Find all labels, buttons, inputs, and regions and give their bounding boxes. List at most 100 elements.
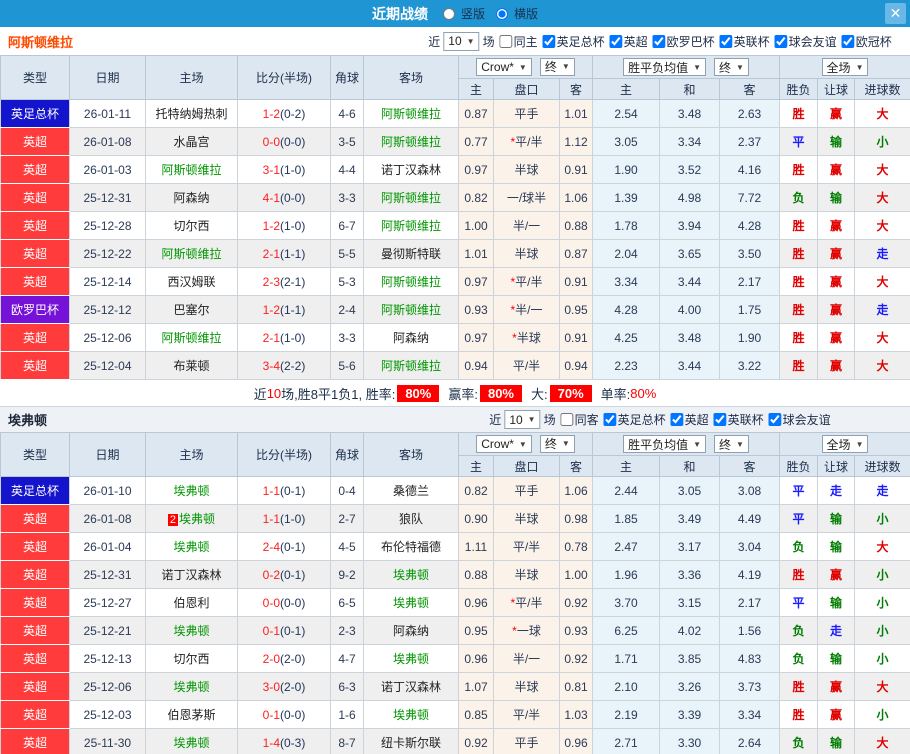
cell-win-odds: 2.04 <box>592 239 660 268</box>
cell-draw-odds: 3.17 <box>659 532 720 561</box>
competition-checkbox[interactable] <box>774 34 788 48</box>
competition-checkbox[interactable] <box>713 413 727 426</box>
cell-score: 3-4(2-2) <box>237 351 331 380</box>
competition-checkbox[interactable] <box>542 34 556 48</box>
cell-goals-result: 小 <box>854 127 910 156</box>
cell-score: 1-2(1-1) <box>237 295 331 324</box>
cell-lose-odds: 7.72 <box>718 183 781 212</box>
cell-handicap-result: 赢 <box>817 211 856 240</box>
cell-handicap-result: 赢 <box>817 323 856 352</box>
cell-win-odds: 1.96 <box>592 560 660 589</box>
table-row: 英足总杯 26-01-10 埃弗顿 1-1(0-1) 0-4 桑德兰 0.82 平手 1.06 2… <box>0 476 910 505</box>
wdl-average-select[interactable]: 胜平负均值 ▼ <box>623 58 706 76</box>
competition-checkbox[interactable] <box>670 413 684 426</box>
handicap-value: 平/半 <box>515 275 543 289</box>
cell-away-team: 诺丁汉森林 <box>363 672 459 701</box>
cell-handicap-result: 赢 <box>817 700 856 729</box>
cell-handicap: 半/一 <box>493 211 560 240</box>
cell-corner: 6-7 <box>330 211 364 240</box>
odds-company-select[interactable]: Crow* ▼ <box>476 58 532 77</box>
col-result: 胜负 <box>779 78 819 100</box>
cell-win-odds: 2.19 <box>592 700 660 729</box>
full-time-score: 0-1 <box>262 707 280 722</box>
vertical-layout-label: 竖版 <box>460 7 485 21</box>
competition-checkbox[interactable] <box>841 34 855 48</box>
cell-home-team: 诺丁汉森林 <box>145 560 238 589</box>
col-lose: 客 <box>718 455 781 477</box>
col-handicap: 盘口 <box>493 78 560 100</box>
cell-goals-result: 小 <box>854 644 910 673</box>
match-count-select[interactable]: 10 ▼ <box>504 410 541 429</box>
cell-date: 26-01-08 <box>69 504 146 533</box>
summary-stat-value: 80% <box>630 385 657 401</box>
competition-checkbox[interactable] <box>652 34 666 48</box>
competition-label: 欧冠杯 <box>855 34 892 49</box>
cell-corner: 6-5 <box>330 588 364 617</box>
vertical-layout-radio[interactable] <box>442 7 455 20</box>
cell-corner: 2-4 <box>330 295 364 324</box>
cell-draw-odds: 3.94 <box>659 211 720 240</box>
col-score: 比分(半场) <box>237 432 331 477</box>
away-team-name: 埃弗顿 <box>392 568 429 582</box>
wdl-final-select[interactable]: 终 ▼ <box>714 435 749 453</box>
half-time-score: (1-0) <box>280 162 306 177</box>
cell-date: 25-12-06 <box>69 323 146 352</box>
cell-home-team: 托特纳姆热刺 <box>145 99 238 128</box>
cell-odds-home: 0.88 <box>458 560 494 589</box>
cell-date: 25-12-31 <box>69 183 146 212</box>
competition-badge: 英超 <box>0 588 70 617</box>
home-team-name: 西汉姆联 <box>167 275 216 289</box>
full-match-select[interactable]: 全场 ▼ <box>821 435 869 453</box>
near-label: 近 <box>428 34 441 49</box>
cell-corner: 2-7 <box>330 504 364 533</box>
odds-company-select[interactable]: Crow* ▼ <box>476 435 532 454</box>
half-time-score: (0-0) <box>280 595 306 610</box>
wdl-final-select[interactable]: 终 ▼ <box>714 58 749 76</box>
cell-lose-odds: 3.08 <box>718 476 781 505</box>
cell-lose-odds: 1.75 <box>718 295 781 324</box>
half-time-score: (0-1) <box>280 539 306 554</box>
odds-final-select[interactable]: 终 ▼ <box>539 434 575 453</box>
cell-odds-home: 1.01 <box>458 239 494 268</box>
close-icon[interactable]: ✕ <box>885 3 906 24</box>
cell-handicap-result: 赢 <box>817 267 856 296</box>
cell-win-odds: 1.78 <box>592 211 660 240</box>
competition-badge: 英超 <box>0 267 70 296</box>
same-venue-checkbox[interactable] <box>560 413 574 426</box>
cell-handicap: 平/半 <box>493 351 560 380</box>
cell-lose-odds: 2.63 <box>718 99 781 128</box>
cell-draw-odds: 3.36 <box>659 560 720 589</box>
match-count-select[interactable]: 10 ▼ <box>443 31 480 51</box>
cell-result: 胜 <box>779 351 819 380</box>
cell-corner: 9-2 <box>330 560 364 589</box>
wdl-average-select[interactable]: 胜平负均值 ▼ <box>623 435 706 453</box>
cell-handicap-result: 输 <box>817 728 856 754</box>
cell-odds-home: 0.82 <box>458 183 494 212</box>
full-time-score: 0-2 <box>262 567 280 582</box>
cell-result: 负 <box>779 532 819 561</box>
cell-corner: 0-4 <box>330 476 364 505</box>
odds-final-select[interactable]: 终 ▼ <box>539 57 575 76</box>
full-match-select[interactable]: 全场 ▼ <box>821 58 869 76</box>
competition-checkbox[interactable] <box>603 413 617 426</box>
col-away: 客场 <box>363 432 459 477</box>
table-row: 英超 25-12-22 阿斯顿维拉 2-1(1-1) 5-5 曼彻斯特联 1.01 半球 0.8… <box>0 239 910 268</box>
cell-lose-odds: 4.83 <box>718 644 781 673</box>
horizontal-layout-radio[interactable] <box>496 7 508 20</box>
home-team-name: 诺丁汉森林 <box>161 568 222 582</box>
competition-checkbox[interactable] <box>609 34 623 48</box>
cell-date: 26-01-11 <box>69 99 146 128</box>
summary-stat-label: 单率: <box>600 386 631 402</box>
cell-handicap: 半球 <box>493 155 560 184</box>
half-time-score: (1-0) <box>280 330 306 345</box>
same-venue-checkbox[interactable] <box>499 34 513 48</box>
competition-checkbox[interactable] <box>768 413 782 426</box>
cell-handicap-result: 赢 <box>817 672 856 701</box>
cell-odds-away: 1.00 <box>559 560 593 589</box>
competition-checkbox[interactable] <box>719 34 733 48</box>
cell-win-odds: 1.71 <box>592 644 660 673</box>
table-row: 英足总杯 26-01-11 托特纳姆热刺 1-2(0-2) 4-6 阿斯顿维拉 0.87 平手… <box>0 99 910 128</box>
cell-home-team: 切尔西 <box>145 211 238 240</box>
cell-odds-away: 1.06 <box>559 183 593 212</box>
cell-away-team: 阿森纳 <box>363 323 459 352</box>
